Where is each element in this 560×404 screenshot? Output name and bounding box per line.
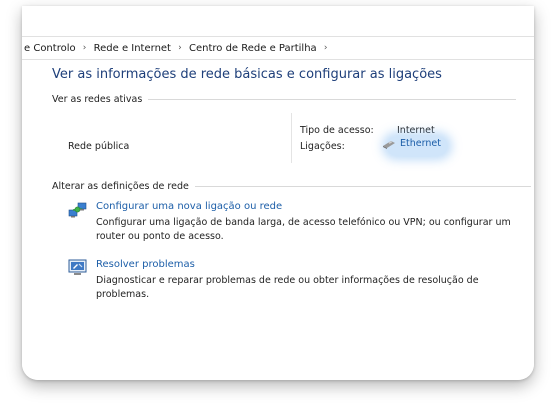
vertical-divider	[291, 113, 292, 163]
access-type-label: Tipo de acesso:	[300, 125, 374, 136]
troubleshoot-icon[interactable]	[68, 259, 88, 277]
heading-divider	[148, 99, 517, 100]
change-settings-heading: Alterar as definições de rede	[52, 181, 531, 192]
connection-ethernet[interactable]: Ethernet	[382, 138, 441, 149]
page-title: Ver as informações de rede básicas e con…	[52, 67, 442, 82]
new-connection-description: Configurar uma ligação de banda larga, d…	[96, 217, 511, 242]
connections-label: Ligações:	[300, 141, 345, 152]
network-name: Rede pública	[68, 141, 130, 152]
network-setup-icon[interactable]	[68, 201, 88, 219]
address-bar[interactable]: e Controlo › Rede e Internet › Centro de…	[22, 36, 534, 60]
change-settings-heading-label: Alterar as definições de rede	[52, 181, 189, 192]
screenshot-stage: e Controlo › Rede e Internet › Centro de…	[0, 0, 560, 404]
chevron-right-icon[interactable]: ›	[78, 43, 92, 53]
main-content: Ver as informações de rede básicas e con…	[22, 61, 534, 380]
chevron-right-icon[interactable]: ›	[173, 43, 187, 53]
breadcrumb-network-sharing-center[interactable]: Centro de Rede e Partilha	[187, 43, 319, 54]
access-type-value: Internet	[397, 125, 435, 136]
breadcrumb-network-internet[interactable]: Rede e Internet	[92, 43, 173, 54]
troubleshoot-description: Diagnosticar e reparar problemas de rede…	[96, 275, 479, 300]
active-networks-heading: Ver as redes ativas	[52, 94, 517, 105]
new-connection-link[interactable]: Configurar uma nova ligação ou rede	[96, 201, 282, 212]
ethernet-icon[interactable]	[382, 139, 396, 149]
heading-divider	[194, 186, 531, 187]
chevron-right-icon[interactable]: ›	[319, 43, 333, 53]
active-networks-heading-label: Ver as redes ativas	[52, 94, 143, 105]
window-frame: e Controlo › Rede e Internet › Centro de…	[22, 6, 534, 380]
ethernet-link[interactable]: Ethernet	[400, 138, 441, 149]
window-top-strip	[22, 6, 534, 36]
breadcrumb-control-panel[interactable]: e Controlo	[22, 43, 78, 54]
troubleshoot-link[interactable]: Resolver problemas	[96, 259, 195, 270]
